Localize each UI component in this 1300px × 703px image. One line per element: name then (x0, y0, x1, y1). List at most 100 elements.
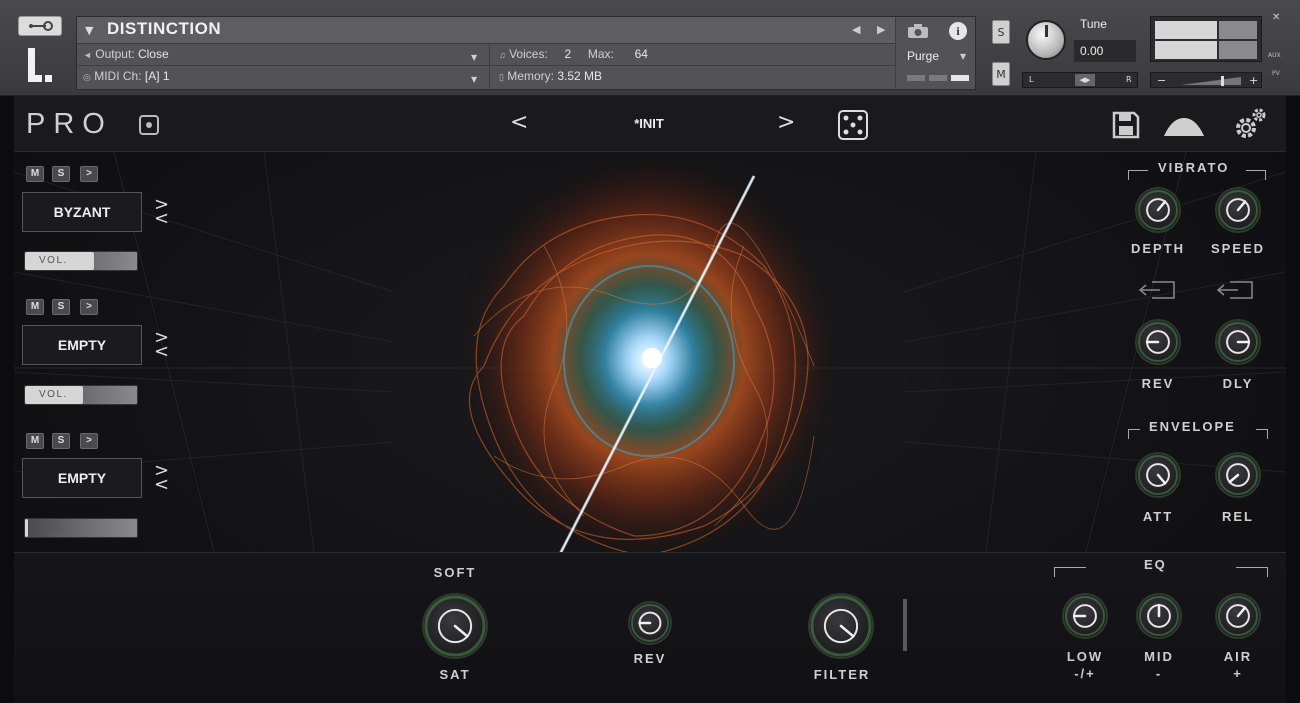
collapse-arrow-icon[interactable]: ▼ (85, 24, 93, 37)
prev-arrow-icon[interactable]: < (154, 210, 172, 228)
purge-label[interactable]: Purge (907, 49, 939, 63)
save-icon[interactable] (1112, 111, 1140, 139)
layer-swap-arrows[interactable]: > < (154, 462, 172, 494)
attack-label: ATT (1142, 509, 1174, 524)
vibrato-depth-knob[interactable] (1137, 189, 1179, 231)
memory-icon: ▯ (499, 72, 504, 82)
midi-icon: ◎ (83, 72, 91, 82)
memory-row: ▯ Memory: 3.52 MB (499, 69, 602, 91)
purge-dropdown-icon[interactable]: ▼ (960, 52, 966, 61)
release-label: REL (1222, 509, 1254, 524)
master-reverb-knob[interactable] (630, 603, 670, 643)
aux-label[interactable]: AUX (1268, 52, 1281, 59)
layer-volume-slider[interactable]: VOL. (24, 518, 138, 538)
next-preset-button[interactable]: > (777, 110, 795, 135)
instrument-title: DISTINCTION (107, 19, 222, 38)
send-dly-icon[interactable] (1216, 279, 1256, 301)
output-row[interactable]: ◄ Output: Close (83, 47, 169, 69)
volume-ramp-icon (1181, 76, 1241, 86)
master-volume-slider[interactable]: − + (1150, 72, 1262, 88)
eq-low-label: LOW (1066, 649, 1104, 664)
max-value[interactable]: 64 (635, 47, 648, 61)
layer-mute-button[interactable]: M (26, 299, 44, 315)
eq-mid-sub: - (1155, 666, 1163, 681)
minus-icon[interactable]: − (1157, 74, 1166, 87)
midi-label: MIDI Ch: (94, 69, 142, 83)
attack-knob[interactable] (1137, 454, 1179, 496)
next-instrument-button[interactable]: ▶ (877, 23, 885, 36)
bottom-panel: SOFT SAT REV FILTER EQ LOW -/+ MID - AIR… (14, 552, 1286, 703)
plus-icon[interactable]: + (1249, 74, 1258, 87)
layer-sample-selector[interactable]: EMPTY (22, 458, 142, 498)
pan-right-label: R (1126, 75, 1132, 84)
release-knob[interactable] (1217, 454, 1259, 496)
delay-send-knob[interactable] (1217, 321, 1259, 363)
tune-value[interactable]: 0.00 (1074, 40, 1136, 62)
eq-mid-knob[interactable] (1138, 595, 1180, 637)
prev-preset-button[interactable]: < (510, 110, 528, 135)
vibrato-speed-knob[interactable] (1217, 189, 1259, 231)
soft-label[interactable]: SOFT (418, 565, 492, 580)
vibrato-depth-label: DEPTH (1130, 241, 1186, 256)
layer-sample-selector[interactable]: BYZANT (22, 192, 142, 232)
eq-low-sub: -/+ (1074, 666, 1096, 681)
pro-toggle-icon[interactable] (139, 115, 159, 135)
eq-low-knob[interactable] (1064, 595, 1106, 637)
layer-volume-label: VOL. (39, 255, 68, 266)
kontakt-header: ▼ DISTINCTION ◀ ▶ ◄ Output: Close ▼ ◎ MI… (0, 0, 1300, 96)
output-dropdown-icon[interactable]: ▼ (471, 53, 477, 62)
mute-button[interactable]: M (992, 62, 1010, 86)
layer-volume-label: VOL. (39, 389, 68, 400)
reverb-send-knob[interactable] (1137, 321, 1179, 363)
pan-slider[interactable]: L ◀▶ R (1022, 72, 1138, 88)
level-peak-right (1219, 41, 1257, 59)
close-icon[interactable]: ✕ (1272, 12, 1280, 23)
layer-play-button[interactable]: > (80, 433, 98, 449)
layer-volume-slider[interactable]: VOL. (24, 251, 138, 271)
pv-label[interactable]: PV (1272, 70, 1280, 77)
layer-sample-selector[interactable]: EMPTY (22, 325, 142, 365)
wrench-button[interactable] (18, 16, 62, 36)
preset-name[interactable]: *INIT (574, 116, 724, 131)
layer-mute-button[interactable]: M (26, 433, 44, 449)
layer-mute-button[interactable]: M (26, 166, 44, 182)
midi-row[interactable]: ◎ MIDI Ch: [A] 1 (83, 69, 170, 91)
voices-row: ♫ Voices: 2 Max: 64 (499, 47, 648, 69)
solo-button[interactable]: S (992, 20, 1010, 44)
layer-swap-arrows[interactable]: > < (154, 329, 172, 361)
info-icon[interactable]: i (949, 22, 967, 40)
layer-swap-arrows[interactable]: > < (154, 196, 172, 228)
envelope-title: ENVELOPE (1149, 419, 1236, 434)
midi-dropdown-icon[interactable]: ▼ (471, 75, 477, 84)
max-label: Max: (587, 47, 614, 61)
send-rev-icon[interactable] (1138, 279, 1178, 301)
dice-icon[interactable] (837, 109, 869, 141)
pro-label: PRO (26, 108, 113, 140)
tune-knob[interactable] (1026, 20, 1066, 60)
eq-air-knob[interactable] (1217, 595, 1259, 637)
layer-solo-button[interactable]: S (52, 166, 70, 182)
layer-play-button[interactable]: > (80, 166, 98, 182)
prev-arrow-icon[interactable]: < (154, 476, 172, 494)
envelope-bracket-left (1128, 429, 1140, 439)
layer-solo-button[interactable]: S (52, 299, 70, 315)
vibrato-bracket-right (1246, 170, 1266, 180)
prev-arrow-icon[interactable]: < (154, 343, 172, 361)
eq-bracket-right (1236, 567, 1268, 577)
filter-label: FILTER (813, 667, 871, 682)
saturation-label: SAT (439, 667, 471, 682)
prev-instrument-button[interactable]: ◀ (852, 23, 860, 36)
cpu-meter-seg (907, 75, 925, 81)
envelope-shape-icon[interactable] (1164, 114, 1204, 136)
filter-knob[interactable] (810, 595, 872, 657)
camera-icon[interactable] (907, 23, 929, 39)
saturation-knob[interactable] (424, 595, 486, 657)
layer-volume-slider[interactable]: VOL. (24, 385, 138, 405)
filter-slider[interactable] (903, 599, 907, 651)
voices-value: 2 (564, 47, 572, 61)
pan-handle[interactable]: ◀▶ (1075, 74, 1095, 86)
layer-play-button[interactable]: > (80, 299, 98, 315)
gear-icon[interactable] (1232, 106, 1268, 142)
layer-solo-button[interactable]: S (52, 433, 70, 449)
output-level-meter (1150, 16, 1262, 62)
